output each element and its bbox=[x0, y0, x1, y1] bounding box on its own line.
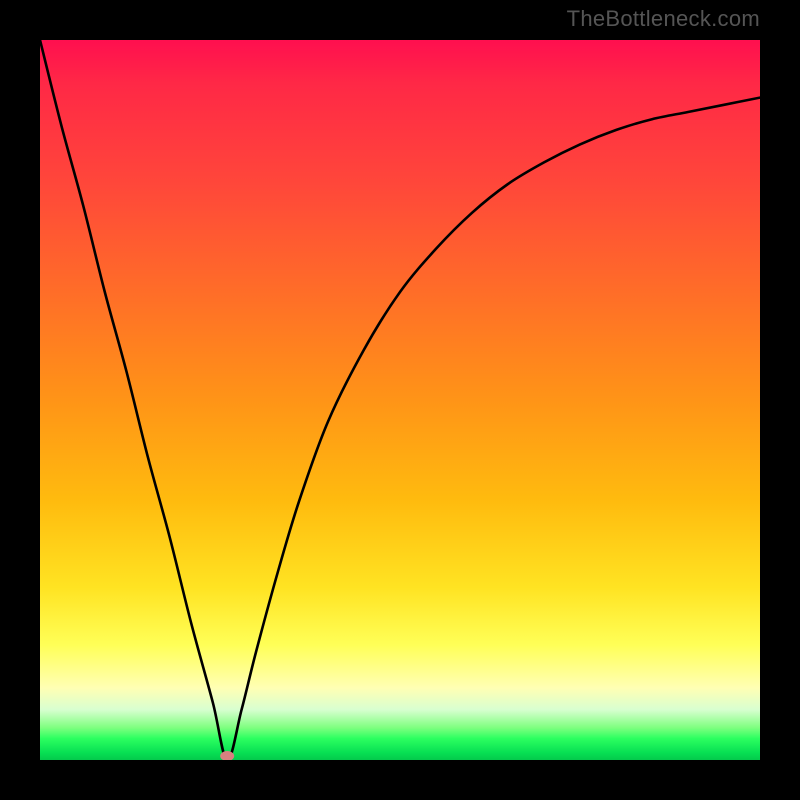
plot-area bbox=[40, 40, 760, 760]
curve-path bbox=[40, 40, 760, 760]
watermark-text: TheBottleneck.com bbox=[567, 6, 760, 32]
bottleneck-curve bbox=[40, 40, 760, 760]
chart-frame: TheBottleneck.com bbox=[0, 0, 800, 800]
